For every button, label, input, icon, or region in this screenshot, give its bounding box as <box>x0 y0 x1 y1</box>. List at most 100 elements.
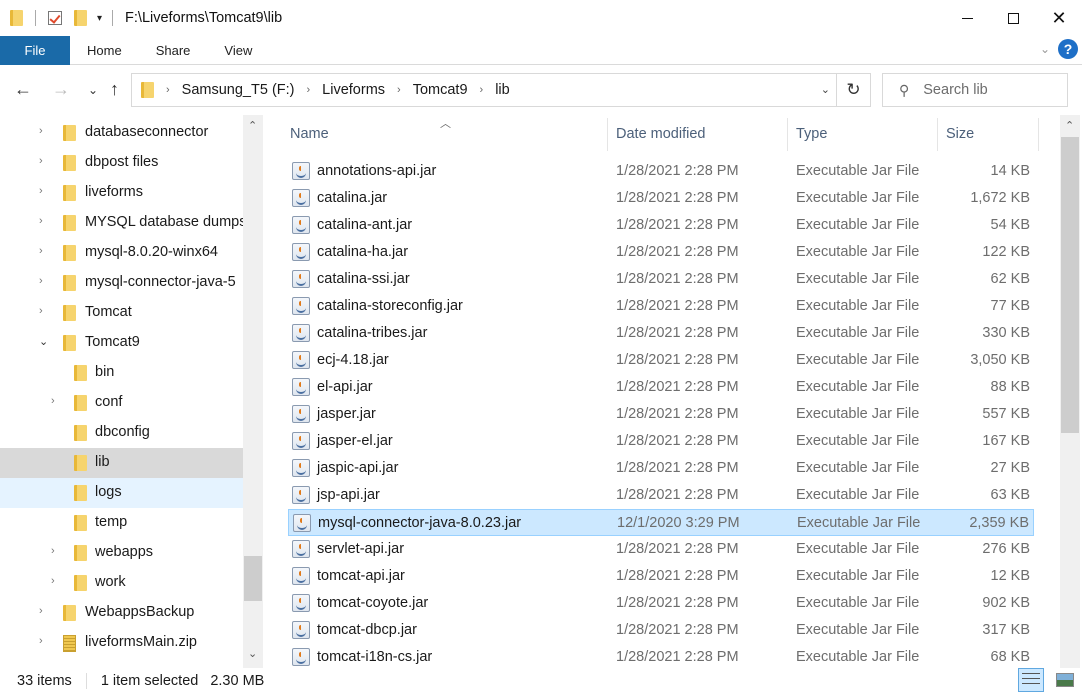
tree-item-work[interactable]: › work <box>0 568 243 598</box>
file-row[interactable]: catalina-storeconfig.jar 1/28/2021 2:28 P… <box>288 293 1034 320</box>
scroll-up-icon[interactable]: ⌃ <box>1065 119 1074 132</box>
column-divider[interactable] <box>1038 118 1039 151</box>
tree-item-databaseconnector[interactable]: › databaseconnector <box>0 118 243 148</box>
tree-item-tomcat9[interactable]: ⌄ Tomcat9 <box>0 328 243 358</box>
tree-item-logs[interactable]: logs <box>0 478 243 508</box>
breadcrumb-separator[interactable]: › <box>480 84 484 96</box>
file-row[interactable]: mysql-connector-java-8.0.23.jar 12/1/2020… <box>288 509 1034 536</box>
expand-chevron-icon[interactable]: › <box>39 305 43 317</box>
collapse-chevron-icon[interactable]: ⌄ <box>39 335 48 348</box>
tree-item-temp[interactable]: temp <box>0 508 243 538</box>
expand-chevron-icon[interactable]: › <box>39 155 43 167</box>
file-row[interactable]: ecj-4.18.jar 1/28/2021 2:28 PM Executable … <box>288 347 1034 374</box>
expand-chevron-icon[interactable]: › <box>39 215 43 227</box>
file-type: Executable Jar File <box>796 325 920 341</box>
breadcrumb-samsung-t5[interactable]: Samsung_T5 (F:) <box>182 82 295 98</box>
column-header-name[interactable]: Name <box>290 115 329 153</box>
file-row[interactable]: el-api.jar 1/28/2021 2:28 PM Executable Ja… <box>288 374 1034 401</box>
file-row[interactable]: catalina.jar 1/28/2021 2:28 PM Executable … <box>288 185 1034 212</box>
file-name: catalina-ssi.jar <box>317 271 410 287</box>
tree-item-dbconfig[interactable]: dbconfig <box>0 418 243 448</box>
help-icon[interactable]: ? <box>1058 39 1078 59</box>
tree-item-conf[interactable]: › conf <box>0 388 243 418</box>
search-input[interactable]: Search lib <box>923 82 987 98</box>
navigation-scrollbar[interactable]: ⌃ ⌄ <box>243 115 263 668</box>
column-header-size[interactable]: Size <box>946 115 974 153</box>
search-box[interactable]: ⚲ Search lib <box>882 73 1068 107</box>
file-row[interactable]: tomcat-i18n-cs.jar 1/28/2021 2:28 PM Execu… <box>288 644 1034 668</box>
tree-item-tomcat[interactable]: › Tomcat <box>0 298 243 328</box>
column-divider[interactable] <box>937 118 938 151</box>
back-button[interactable]: ← <box>14 79 32 100</box>
tree-item-mysql-connector-java-5[interactable]: › mysql-connector-java-5 <box>0 268 243 298</box>
up-button[interactable]: ↑ <box>110 79 119 100</box>
file-row[interactable]: jsp-api.jar 1/28/2021 2:28 PM Executable J… <box>288 482 1034 509</box>
file-row[interactable]: tomcat-api.jar 1/28/2021 2:28 PM Executabl… <box>288 563 1034 590</box>
expand-chevron-icon[interactable]: › <box>51 395 55 407</box>
expand-chevron-icon[interactable]: › <box>39 125 43 137</box>
tree-item-mysql-8-0-20-winx64[interactable]: › mysql-8.0.20-winx64 <box>0 238 243 268</box>
scroll-down-icon[interactable]: ⌄ <box>248 647 257 660</box>
new-folder-icon[interactable] <box>74 10 87 26</box>
tree-item-bin[interactable]: bin <box>0 358 243 388</box>
expand-chevron-icon[interactable]: › <box>39 245 43 257</box>
file-row[interactable]: tomcat-dbcp.jar 1/28/2021 2:28 PM Executab… <box>288 617 1034 644</box>
file-row[interactable]: jasper-el.jar 1/28/2021 2:28 PM Executable… <box>288 428 1034 455</box>
expand-chevron-icon[interactable]: › <box>39 275 43 287</box>
file-row[interactable]: catalina-ssi.jar 1/28/2021 2:28 PM Executa… <box>288 266 1034 293</box>
folder-icon <box>63 245 76 261</box>
breadcrumb-tomcat9[interactable]: Tomcat9 <box>413 82 468 98</box>
breadcrumb-separator[interactable]: › <box>397 84 401 96</box>
file-row[interactable]: jaspic-api.jar 1/28/2021 2:28 PM Executabl… <box>288 455 1034 482</box>
expand-ribbon-icon[interactable]: ⌄ <box>1040 42 1050 56</box>
tree-item-mysql-database-dumps[interactable]: › MYSQL database dumps <box>0 208 246 238</box>
file-row[interactable]: tomcat-coyote.jar 1/28/2021 2:28 PM Execut… <box>288 590 1034 617</box>
expand-chevron-icon[interactable]: › <box>51 545 55 557</box>
properties-icon[interactable] <box>48 11 62 25</box>
file-row[interactable]: catalina-ant.jar 1/28/2021 2:28 PM Executa… <box>288 212 1034 239</box>
details-view-button[interactable] <box>1018 668 1044 692</box>
forward-button[interactable]: → <box>52 79 70 100</box>
expand-chevron-icon[interactable]: › <box>39 185 43 197</box>
customize-toolbar-dropdown[interactable]: ▾ <box>97 13 102 24</box>
file-list-scrollbar[interactable]: ⌃ <box>1060 115 1080 668</box>
scroll-up-icon[interactable]: ⌃ <box>248 119 257 132</box>
tree-item-dbpost-files[interactable]: › dbpost files <box>0 148 243 178</box>
tree-item-webappsbackup[interactable]: › WebappsBackup <box>0 598 243 628</box>
large-icons-view-button[interactable] <box>1052 668 1078 692</box>
file-row[interactable]: catalina-tribes.jar 1/28/2021 2:28 PM Exec… <box>288 320 1034 347</box>
breadcrumb-separator[interactable]: › <box>166 84 170 96</box>
tree-item-liveformsmain-zip[interactable]: › liveformsMain.zip <box>0 628 243 658</box>
tree-item-webapps[interactable]: › webapps <box>0 538 243 568</box>
expand-chevron-icon[interactable]: › <box>39 635 43 647</box>
refresh-button[interactable]: ↻ <box>836 74 870 106</box>
file-row[interactable]: servlet-api.jar 1/28/2021 2:28 PM Executab… <box>288 536 1034 563</box>
recent-locations-button[interactable]: ⌄ <box>88 83 98 97</box>
tab-share[interactable]: Share <box>139 36 208 65</box>
file-date-modified: 1/28/2021 2:28 PM <box>616 271 739 287</box>
file-row[interactable]: catalina-ha.jar 1/28/2021 2:28 PM Executab… <box>288 239 1034 266</box>
expand-chevron-icon[interactable]: › <box>51 575 55 587</box>
column-divider[interactable] <box>607 118 608 151</box>
expand-chevron-icon[interactable]: › <box>39 605 43 617</box>
close-button[interactable]: ✕ <box>1036 0 1082 36</box>
column-divider[interactable] <box>787 118 788 151</box>
tab-view[interactable]: View <box>207 36 269 65</box>
address-bar[interactable]: › Samsung_T5 (F:) › Liveforms › Tomcat9 … <box>131 73 871 107</box>
column-header-type[interactable]: Type <box>796 115 827 153</box>
column-header-date[interactable]: Date modified <box>616 115 705 153</box>
breadcrumb-lib[interactable]: lib <box>495 82 510 98</box>
tab-home[interactable]: Home <box>70 36 139 65</box>
breadcrumb-separator[interactable]: › <box>307 84 311 96</box>
file-row[interactable]: jasper.jar 1/28/2021 2:28 PM Executable Ja… <box>288 401 1034 428</box>
minimize-button[interactable] <box>944 0 990 36</box>
tree-item-lib[interactable]: lib <box>0 448 243 478</box>
scrollbar-thumb[interactable] <box>244 556 262 601</box>
tree-item-liveforms[interactable]: › liveforms <box>0 178 243 208</box>
maximize-button[interactable] <box>990 0 1036 36</box>
address-dropdown-icon[interactable]: ⌄ <box>821 83 830 96</box>
file-row[interactable]: annotations-api.jar 1/28/2021 2:28 PM Exec… <box>288 158 1034 185</box>
tab-file[interactable]: File <box>0 35 70 65</box>
breadcrumb-liveforms[interactable]: Liveforms <box>322 82 385 98</box>
scrollbar-thumb[interactable] <box>1061 137 1079 433</box>
